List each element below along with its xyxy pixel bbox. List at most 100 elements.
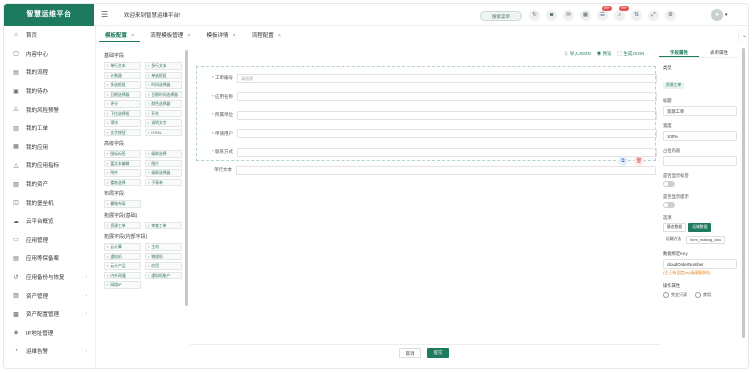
palette-component[interactable]: ▪ 应用 — [145, 262, 182, 270]
static-data-option[interactable]: 静态数据 — [663, 223, 687, 232]
palette-component[interactable]: ▪ 日期选择器 — [104, 90, 141, 98]
bell-icon[interactable]: ♪ 99+ — [614, 6, 629, 21]
form-field[interactable]: * 联系方式 — [207, 147, 657, 157]
remote-data-option[interactable]: 远端数据 — [688, 223, 712, 232]
palette-component[interactable]: ▪ 级联选择 — [145, 150, 182, 158]
form-field[interactable]: * 工单编号 请选择 — [207, 73, 657, 83]
fullscreen-icon[interactable]: ⤢ — [648, 10, 659, 21]
cancel-button[interactable]: 取消 — [399, 348, 421, 358]
palette-scrollbar[interactable] — [185, 50, 188, 306]
palette-component[interactable]: ▪ 颜色选择器 — [145, 100, 182, 108]
field-input[interactable] — [237, 92, 657, 101]
sidebar-item-cloud-overview[interactable]: ☁ 云平台概览 — [4, 212, 95, 231]
palette-component[interactable]: ▪ 文字按钮 — [104, 128, 141, 136]
palette-component[interactable]: ▪ 审查工单 — [145, 221, 182, 229]
extra-field-input[interactable] — [236, 165, 656, 175]
calendar-icon[interactable]: ▦ — [580, 10, 591, 21]
sidebar-item-my-app[interactable]: ▦ 我的应用 — [4, 138, 95, 157]
tabs-more-icon[interactable]: ⌄ — [738, 30, 748, 42]
sidebar-item-asset-config[interactable]: ▩ 资产配置管理 › — [4, 305, 95, 324]
sidebar-item-content-center[interactable]: ▢ 内容中心 — [4, 45, 95, 64]
palette-component[interactable]: ▪ 下拉选择框 — [104, 109, 141, 117]
notify-icon[interactable]: ☰ 99+ — [597, 6, 612, 21]
close-icon[interactable]: × — [187, 30, 190, 42]
preview-button[interactable]: ◉ 预览 — [597, 51, 612, 57]
width-input[interactable]: 100% — [663, 131, 737, 141]
sidebar-item-my-app-metrics[interactable]: △ 我的应用指标 — [4, 156, 95, 175]
palette-component[interactable]: ▪ 计数器 — [104, 71, 141, 79]
form-canvas[interactable]: * 工单编号 请选择 * 应用名称 * 所属单位 * 申请用户 * 联系方式 — [196, 66, 657, 161]
sidebar-item-my-process[interactable]: ▤ 我的流程 — [4, 63, 95, 82]
sidebar-item-my-risk[interactable]: ⚠ 我的风险预警 — [4, 100, 95, 119]
form-field[interactable]: * 申请用户 — [207, 129, 657, 139]
submit-button[interactable]: 提交 — [427, 348, 449, 358]
close-icon[interactable]: × — [131, 30, 134, 41]
palette-component[interactable]: ▪ 附件 — [104, 169, 141, 177]
settings-icon[interactable]: ⚙ — [665, 10, 676, 21]
sidebar-item-my-assets[interactable]: ▧ 我的资产 — [4, 175, 95, 194]
remote-method-input[interactable]: form_making_clou — [686, 236, 726, 244]
tab-field-props[interactable]: 字段属性 — [659, 48, 699, 57]
sidebar-item-home[interactable]: ⌂ 首页 — [4, 26, 95, 45]
sidebar-item-app-manage[interactable]: ▭ 应用管理 — [4, 231, 95, 250]
palette-component[interactable]: ▪ 单选框组 — [145, 71, 182, 79]
show-placeholder-toggle[interactable] — [663, 202, 675, 208]
field-input[interactable] — [237, 147, 657, 157]
title-input[interactable]: 资源工单 — [663, 106, 737, 116]
show-label-toggle[interactable] — [663, 181, 675, 187]
palette-component[interactable]: ▪ 虚拟机 — [104, 252, 141, 260]
tab-1[interactable]: 流程模板管理 × — [144, 30, 196, 42]
field-input[interactable]: 请选择 — [237, 73, 657, 83]
palette-component[interactable]: ▪ 级联选择器 — [145, 169, 182, 177]
palette-component[interactable]: ▪ 多选框组 — [104, 81, 141, 89]
sidebar-item-ops-alert[interactable]: ◔ 运维告警 › — [4, 342, 95, 361]
palette-component[interactable]: ▪ 开关 — [145, 109, 182, 117]
palette-component[interactable]: ▪ 多行文本 — [145, 62, 182, 70]
tab-3[interactable]: 流程配置 × — [246, 30, 287, 42]
form-field[interactable]: * 所属单位 — [207, 110, 657, 120]
form-field[interactable]: * 应用名称 — [207, 92, 657, 102]
palette-component[interactable]: ▪ 时间选择器 — [145, 81, 182, 89]
sidebar-item-my-todo[interactable]: ▣ 我的待办 — [4, 82, 95, 101]
palette-component[interactable]: ▪ 云计算 — [104, 243, 141, 251]
palette-component[interactable]: ▪ 图片 — [145, 159, 182, 167]
tab-2[interactable]: 模板详情 × — [200, 30, 241, 42]
palette-component[interactable]: ▪ 评分 — [104, 100, 141, 108]
sidebar-item-backup-restore[interactable]: ↺ 应用备份与恢复 › — [4, 268, 95, 287]
sidebar-item-asset-manage[interactable]: ▨ 资产管理 › — [4, 286, 95, 305]
extra-field-row[interactable]: 单行文本 — [196, 164, 656, 176]
page-scrollbar[interactable] — [742, 48, 745, 338]
palette-component[interactable]: ▪ 栅格布局 — [104, 200, 141, 208]
palette-component[interactable]: ▪ 虚拟机账户 — [145, 271, 182, 279]
palette-component[interactable]: ▪ 资源工单 — [104, 221, 141, 229]
tab-0[interactable]: 模板配置 × — [99, 30, 141, 42]
sidebar-item-ip-manage[interactable]: ◈ IP地址管理 — [4, 324, 95, 343]
refresh-icon[interactable]: ↻ — [529, 10, 540, 21]
close-icon[interactable]: × — [278, 30, 281, 42]
palette-component[interactable]: ▪ HTML — [145, 128, 182, 136]
palette-component[interactable]: ▪ 日期时间选择器 — [145, 90, 182, 98]
menu-toggle-icon[interactable]: ☰ — [101, 10, 110, 19]
field-input[interactable] — [237, 110, 657, 120]
stock-icon[interactable]: ⇅ — [631, 10, 642, 21]
sidebar-item-my-bastion[interactable]: ◫ 我的堡垒机 — [4, 193, 95, 212]
sidebar-item-my-ticket[interactable]: ▥ 我的工单 — [4, 119, 95, 138]
readonly-checkbox[interactable]: 完全只读 — [663, 292, 687, 298]
user-menu-caret[interactable]: ▾ — [725, 12, 728, 18]
field-input[interactable] — [237, 129, 657, 138]
import-json-button[interactable]: ⇩ 导入JSON — [564, 51, 591, 57]
disabled-checkbox[interactable]: 禁用 — [695, 292, 711, 298]
extra-field[interactable]: 单行文本 — [206, 165, 656, 175]
palette-component[interactable]: ▪ 子表单 — [145, 178, 182, 186]
palette-component[interactable]: ▪ 网络IP — [104, 281, 141, 289]
palette-component[interactable]: ▪ 楼栋选择 — [104, 178, 141, 186]
palette-component[interactable]: ▪ 富文本编辑 — [104, 159, 141, 167]
palette-component[interactable]: ▪ 云计产品 — [104, 262, 141, 270]
palette-component[interactable]: ▪ 图标标签 — [104, 150, 141, 158]
avatar[interactable]: ● — [711, 9, 723, 21]
search-menu-button[interactable]: 搜索菜单 — [480, 11, 522, 21]
key-input[interactable]: cloudOrderNumber — [663, 259, 737, 269]
palette-component[interactable]: ▪ 说明文字 — [145, 119, 182, 127]
sidebar-item-app-filing[interactable]: ▤ 应用等保备案 — [4, 249, 95, 268]
palette-component[interactable]: ▪ 内外网通 — [104, 271, 141, 279]
